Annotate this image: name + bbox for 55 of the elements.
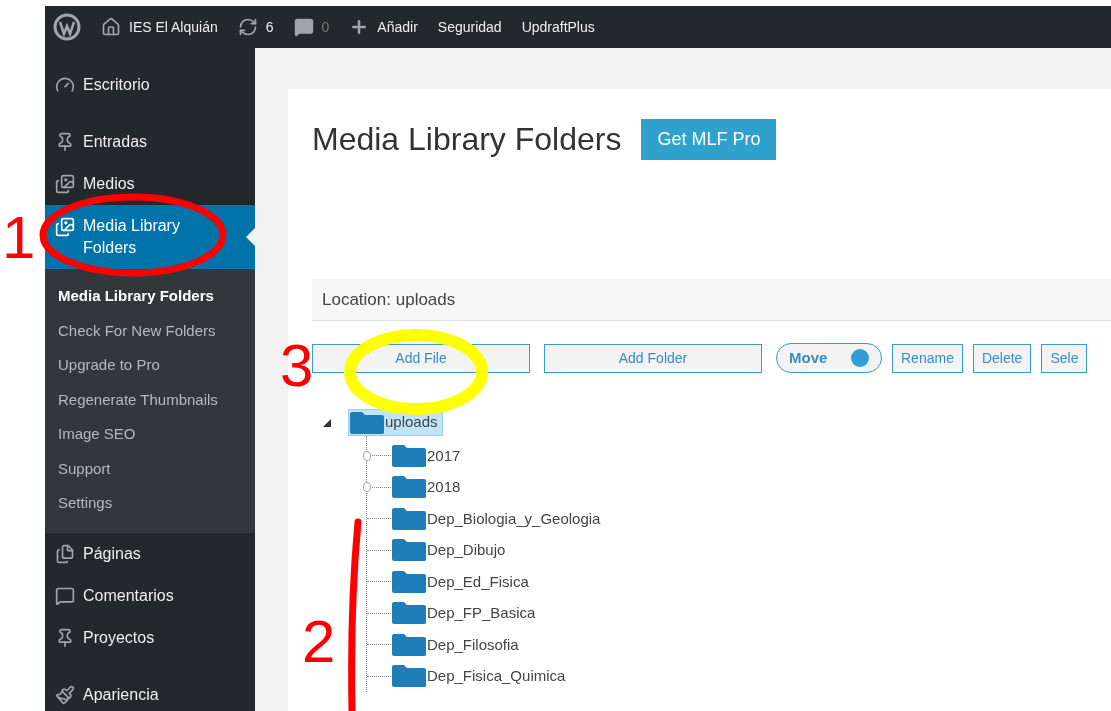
- sidebar-item[interactable]: Escritorio: [45, 64, 255, 106]
- comment-icon[interactable]: [293, 17, 314, 37]
- tree-row[interactable]: 2018: [367, 471, 1111, 503]
- sidebar-item[interactable]: Proyectos: [45, 616, 255, 659]
- images-icon: [55, 217, 75, 237]
- folder-icon: [391, 632, 427, 657]
- tree-row[interactable]: Dep_Dibujo: [367, 534, 1111, 566]
- expand-icon[interactable]: [322, 417, 332, 428]
- sidebar-item[interactable]: Entradas: [45, 121, 255, 163]
- tree-row[interactable]: Dep_Fisica_Quimica: [367, 660, 1111, 692]
- annotation-number: 2: [302, 612, 336, 672]
- update-count: 6: [265, 17, 274, 37]
- admin-bar-link[interactable]: Seguridad: [437, 16, 502, 38]
- brush-icon: [55, 684, 75, 705]
- wordpress-logo[interactable]: [53, 13, 81, 41]
- home-icon[interactable]: [101, 17, 121, 37]
- gauge-icon: [55, 75, 75, 95]
- location-bar: Location: uploads: [312, 279, 1111, 321]
- folder-icon: [391, 664, 427, 689]
- annotation-number: 3: [280, 336, 314, 396]
- folder-icon: [391, 443, 427, 468]
- admin-bar-link[interactable]: Añadir: [377, 16, 418, 38]
- tree-row[interactable]: Dep_Filosofia: [367, 629, 1111, 661]
- tree-row[interactable]: 2017: [367, 440, 1111, 472]
- submenu-item[interactable]: Upgrade to Pro: [45, 348, 255, 383]
- folder-icon: [391, 475, 427, 500]
- tree-row[interactable]: Dep_Ed_Fisica: [367, 566, 1111, 598]
- pin-icon: [55, 132, 75, 152]
- admin-bar-link[interactable]: UpdraftPlus: [521, 16, 595, 38]
- comment-icon: [55, 585, 75, 606]
- pin-icon: [55, 627, 75, 648]
- submenu-item[interactable]: Image SEO: [45, 417, 255, 452]
- submenu-item[interactable]: Check For New Folders: [45, 313, 255, 348]
- tree-row[interactable]: Dep_Biologia_y_Geologia: [367, 503, 1111, 535]
- site-name[interactable]: IES El Alquián: [129, 16, 218, 38]
- page-title: Media Library Folders: [312, 120, 622, 159]
- folder-icon: [391, 538, 427, 563]
- folder-icon: [349, 410, 385, 435]
- sidebar-item[interactable]: Comentarios: [45, 574, 255, 617]
- submenu-item[interactable]: Media Library Folders: [45, 279, 255, 314]
- submenu-item[interactable]: Support: [45, 451, 255, 486]
- submenu-item[interactable]: Settings: [45, 486, 255, 521]
- pages-icon: [55, 543, 75, 564]
- sidebar-item[interactable]: Medios: [45, 163, 255, 205]
- updates-icon[interactable]: [237, 17, 258, 37]
- comment-count: 0: [321, 17, 330, 37]
- images-icon: [55, 174, 75, 194]
- folder-icon: [391, 569, 427, 594]
- folder-icon: [391, 506, 427, 531]
- sidebar-item[interactable]: Páginas: [45, 532, 255, 575]
- folder-icon: [391, 601, 427, 626]
- annotation-number: 1: [2, 208, 36, 268]
- sidebar-item[interactable]: Apariencia: [45, 673, 255, 711]
- tree-row[interactable]: Dep_FP_Basica: [367, 597, 1111, 629]
- submenu-item[interactable]: Regenerate Thumbnails: [45, 382, 255, 417]
